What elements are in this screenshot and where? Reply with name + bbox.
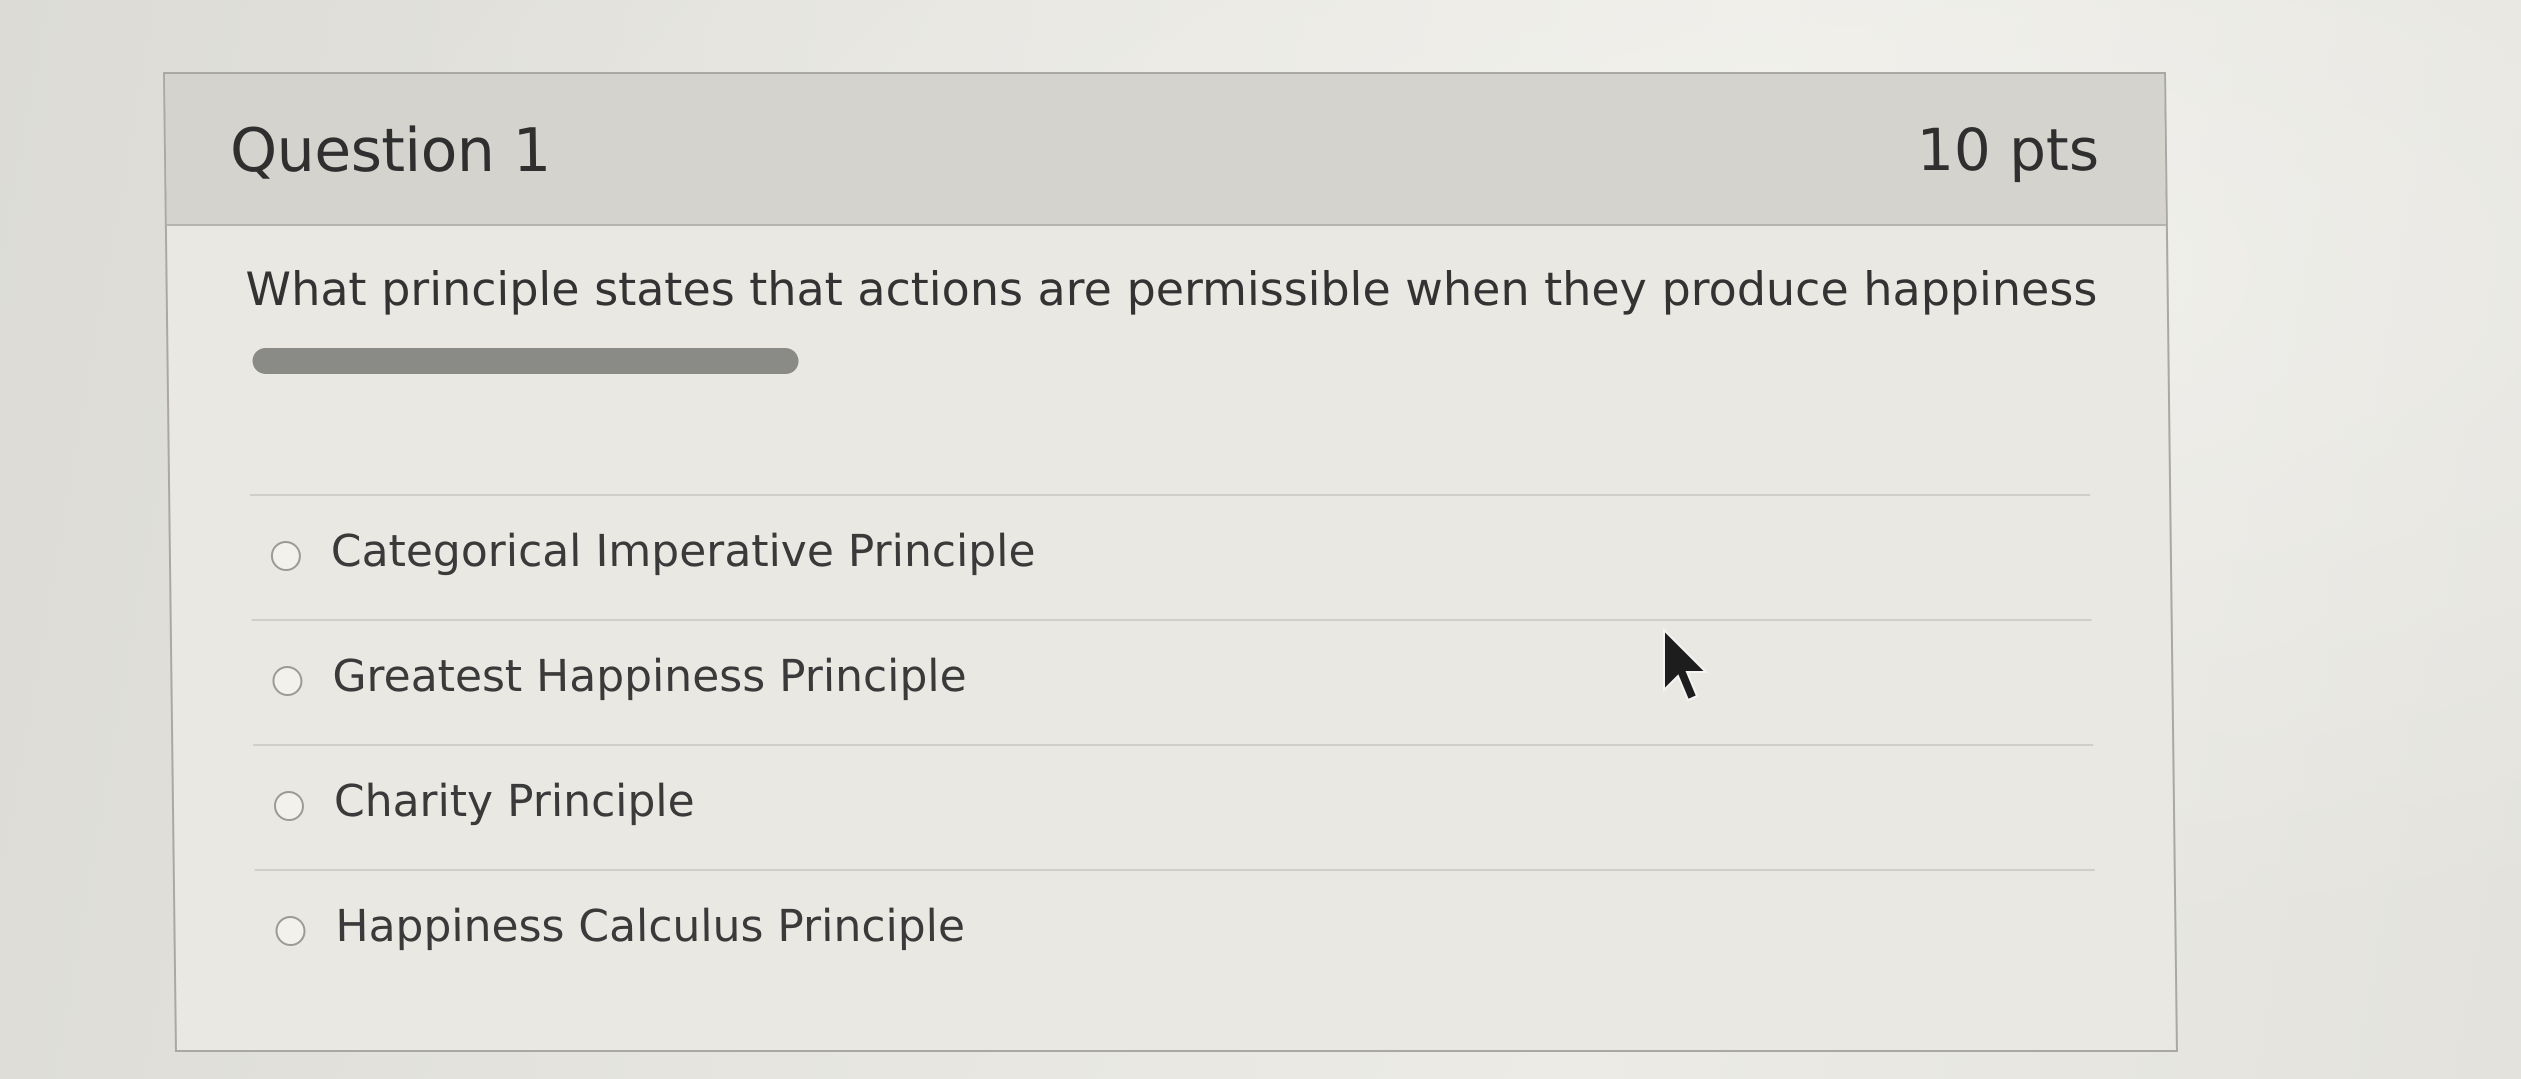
radio-unselected-icon[interactable] [272,665,303,696]
question-text: What principle states that actions are p… [245,262,2098,316]
answer-label[interactable]: Happiness Calculus Principle [335,901,965,952]
answer-option[interactable]: Greatest Happiness Principle [251,619,2094,744]
answer-label[interactable]: Charity Principle [334,776,695,827]
answer-label[interactable]: Categorical Imperative Principle [331,526,1036,577]
mouse-pointer-icon [1663,628,1709,702]
radio-unselected-icon[interactable] [270,540,302,571]
question-card: Question 1 10 pts What principle states … [163,72,2178,1052]
radio-unselected-icon[interactable] [273,790,305,821]
question-points: 10 pts [1916,116,2100,184]
answer-option[interactable]: Charity Principle [253,744,2095,869]
answer-list: Categorical Imperative Principle Greates… [250,494,2097,994]
answer-option[interactable]: Categorical Imperative Principle [250,494,2092,619]
answer-option[interactable]: Happiness Calculus Principle [254,869,2097,994]
radio-unselected-icon[interactable] [275,915,306,946]
question-title: Question 1 [229,116,552,186]
redacted-text-bar [252,348,799,374]
answer-label[interactable]: Greatest Happiness Principle [332,651,967,702]
question-header: Question 1 10 pts [165,74,2166,226]
